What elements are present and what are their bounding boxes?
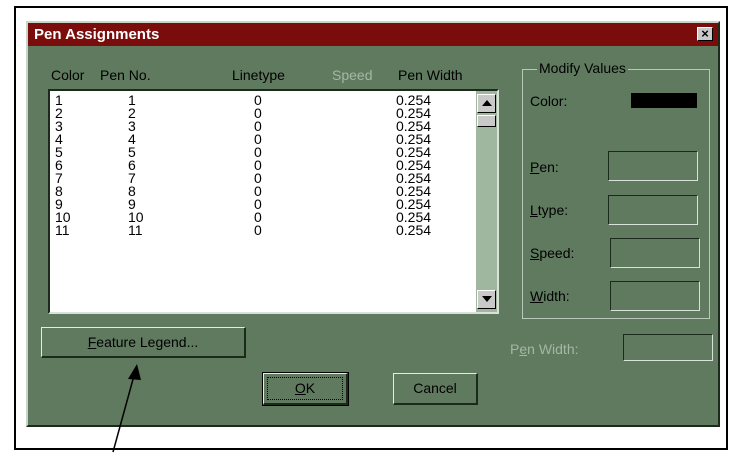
annotation-arrow bbox=[112, 364, 141, 453]
